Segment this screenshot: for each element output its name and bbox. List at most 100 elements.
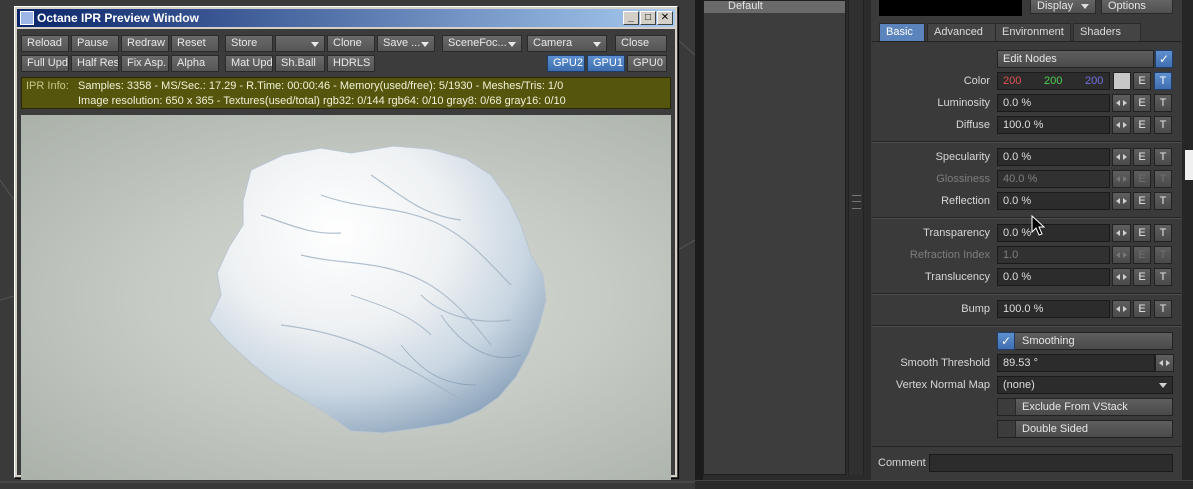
luminosity-slider-arrows-icon[interactable] [1112,94,1131,112]
transparency-envelope-button[interactable]: E [1133,224,1151,242]
clone-button[interactable]: Clone [327,35,375,52]
hdrls-button[interactable]: HDRLS [327,55,375,72]
reset-button[interactable]: Reset [171,35,219,52]
material-preview [879,0,1022,16]
smoothing-toggle[interactable]: Smoothing [997,332,1173,350]
minimize-button[interactable]: _ [623,11,639,25]
smooth-threshold-field[interactable]: 89.53 ° [997,354,1155,372]
exclude-vstack-label: Exclude From VStack [1022,401,1128,413]
bump-envelope-button[interactable]: E [1133,300,1151,318]
rendered-rock-image [208,145,547,434]
color-swatch[interactable] [1113,72,1131,90]
translucency-slider-arrows-icon[interactable] [1112,268,1131,286]
smooth-threshold-label: Smooth Threshold [900,357,990,369]
luminosity-label: Luminosity [937,97,990,109]
section-divider-highlight [872,326,1182,327]
maximize-button[interactable]: □ [640,11,656,25]
reflection-field[interactable]: 0.0 % [997,192,1110,210]
glossiness-envelope-button: E [1133,170,1151,188]
specularity-field[interactable]: 0.0 % [997,148,1110,166]
full-update-button[interactable]: Full Upd. [21,55,69,72]
options-button[interactable]: Options [1101,0,1173,14]
store-button[interactable]: Store [225,35,273,52]
pause-button[interactable]: Pause [71,35,119,52]
reflection-envelope-button[interactable]: E [1133,192,1151,210]
gpu2-toggle[interactable]: GPU2 [547,55,585,72]
scene-focus-dropdown[interactable]: SceneFoc... [442,35,522,52]
luminosity-field[interactable]: 0.0 % [997,94,1110,112]
diffuse-texture-button[interactable]: T [1154,116,1172,134]
ipr-titlebar[interactable]: Octane IPR Preview Window _ □ ✕ [17,9,675,27]
display-label: Display [1037,0,1074,12]
mat-update-button[interactable]: Mat Upd [225,55,273,72]
diffuse-slider-arrows-icon[interactable] [1112,116,1131,134]
exclude-vstack-checkbox[interactable] [998,399,1016,415]
transparency-slider-arrows-icon[interactable] [1112,224,1131,242]
specularity-envelope-button[interactable]: E [1133,148,1151,166]
octane-app-icon [20,11,34,25]
translucency-envelope-button[interactable]: E [1133,268,1151,286]
comment-input[interactable] [929,454,1173,472]
tab-advanced[interactable]: Advanced [927,23,997,41]
gpu1-toggle[interactable]: GPU1 [587,55,625,72]
color-red-value[interactable]: 200 [1003,73,1021,89]
color-texture-button[interactable]: T [1154,72,1172,90]
gpu0-toggle[interactable]: GPU0 [627,55,667,72]
color-blue-value[interactable]: 200 [1085,73,1103,89]
exclude-vstack-toggle[interactable]: Exclude From VStack [997,398,1173,416]
diffuse-field[interactable]: 100.0 % [997,116,1110,134]
vertex-normal-map-dropdown[interactable]: (none) [997,376,1173,394]
double-sided-checkbox[interactable] [998,421,1016,437]
fix-aspect-button[interactable]: Fix Asp. [121,55,169,72]
camera-dropdown[interactable]: Camera [527,35,607,52]
luminosity-texture-button[interactable]: T [1154,94,1172,112]
alpha-button[interactable]: Alpha [171,55,219,72]
ipr-window-title: Octane IPR Preview Window [37,11,199,25]
section-divider [872,446,1182,447]
reflection-slider-arrows-icon[interactable] [1112,192,1131,210]
close-window-button[interactable]: ✕ [657,11,673,25]
shader-ball-button[interactable]: Sh.Ball [275,55,325,72]
specularity-texture-button[interactable]: T [1154,148,1172,166]
color-field[interactable]: 200 200 200 [997,72,1110,90]
tab-basic[interactable]: Basic [879,23,925,41]
transparency-field[interactable]: 0.0 % [997,224,1110,242]
half-res-button[interactable]: Half Res [71,55,119,72]
mouse-cursor-icon [1031,215,1045,236]
surface-list[interactable]: Default [703,0,846,475]
right-edge-strip [1182,0,1193,489]
reflection-texture-button[interactable]: T [1154,192,1172,210]
transparency-texture-button[interactable]: T [1154,224,1172,242]
splitter-grip-icon [852,195,861,209]
chevron-down-icon [1081,4,1089,9]
smoothing-label: Smoothing [1022,335,1075,347]
tab-environment[interactable]: Environment [995,23,1071,41]
diffuse-envelope-button[interactable]: E [1133,116,1151,134]
close-button[interactable]: Close [615,35,667,52]
specularity-slider-arrows-icon[interactable] [1112,148,1131,166]
color-green-value[interactable]: 200 [1044,73,1062,89]
edit-nodes-button[interactable]: Edit Nodes [997,50,1154,68]
tab-shaders[interactable]: Shaders [1073,23,1141,41]
smoothing-checkbox[interactable]: ✓ [997,332,1015,350]
translucency-texture-button[interactable]: T [1154,268,1172,286]
double-sided-toggle[interactable]: Double Sided [997,420,1173,438]
store-slot-dropdown[interactable] [275,35,325,52]
reload-button[interactable]: Reload [21,35,69,52]
bump-texture-button[interactable]: T [1154,300,1172,318]
color-envelope-button[interactable]: E [1133,72,1151,90]
bump-slider-arrows-icon[interactable] [1112,300,1131,318]
luminosity-envelope-button[interactable]: E [1133,94,1151,112]
edit-nodes-checkbox[interactable]: ✓ [1155,50,1173,68]
vertex-normal-map-label: Vertex Normal Map [895,379,990,391]
vertical-splitter[interactable] [848,0,864,475]
surface-item-default[interactable]: Default [704,1,845,13]
display-dropdown[interactable]: Display [1030,0,1096,14]
render-view[interactable] [21,115,671,480]
bump-field[interactable]: 100.0 % [997,300,1110,318]
smooth-threshold-slider-arrows-icon[interactable] [1155,354,1174,372]
redraw-button[interactable]: Redraw [121,35,169,52]
section-divider-highlight [872,294,1182,295]
save-dropdown[interactable]: Save ... [377,35,435,52]
translucency-field[interactable]: 0.0 % [997,268,1110,286]
